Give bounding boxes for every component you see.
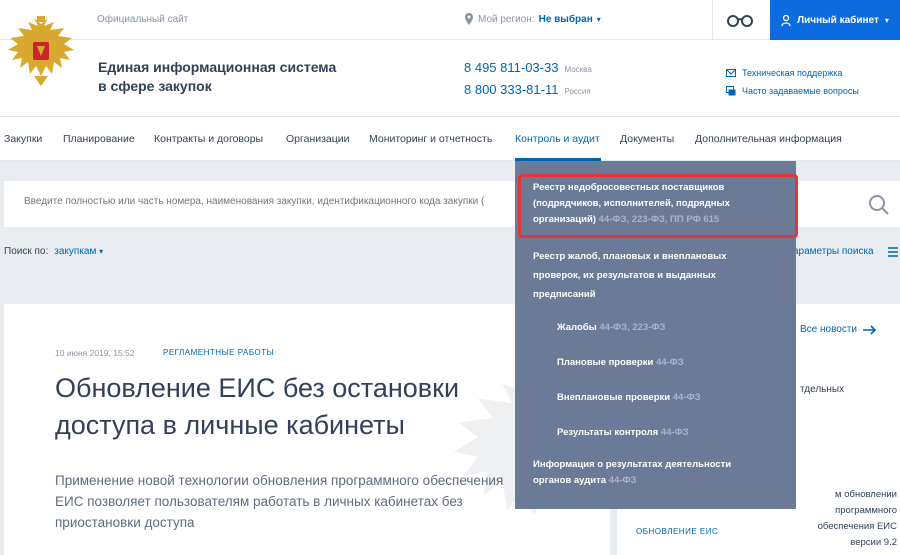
phones-block: 8 495 811-03-33 Москва 8 800 333-81-11 Р… <box>464 60 592 104</box>
region-label: Мой регион: <box>478 13 535 25</box>
support-link[interactable]: Техническая поддержка <box>726 64 859 82</box>
support-links: Техническая поддержка Часто задаваемые в… <box>726 64 859 100</box>
nav-item-organizations[interactable]: Организации <box>286 133 350 145</box>
coat-of-arms-logo[interactable] <box>4 14 78 96</box>
phone-number[interactable]: 8 495 811-03-33 <box>464 60 558 75</box>
side-news-snippet[interactable]: м обновлении программного обеспечения ЕИ… <box>787 487 897 551</box>
highlight-box <box>518 174 798 238</box>
all-news-link[interactable]: Все новости <box>800 324 877 335</box>
menu-item-planned-checks[interactable]: Плановые проверки 44-ФЗ <box>557 355 684 371</box>
region-selector[interactable]: Мой регион: Не выбран ▾ <box>464 13 601 25</box>
system-name-line1: Единая информационная система <box>98 59 337 75</box>
nav-item-monitoring[interactable]: Мониторинг и отчетность <box>369 133 492 145</box>
site-header: Единая информационная система в сфере за… <box>0 16 900 117</box>
system-name[interactable]: Единая информационная система в сфере за… <box>98 58 368 96</box>
menu-item-control-results[interactable]: Результаты контроля 44-ФЗ <box>557 425 689 441</box>
system-name-line2: в сфере закупок <box>98 78 212 94</box>
search-by-value: закупкам <box>54 246 97 257</box>
menu-item-complaints[interactable]: Жалобы 44-ФЗ, 223-ФЗ <box>557 320 665 336</box>
news-date: 10 июня 2019, 15:52 <box>55 348 135 358</box>
support-label: Техническая поддержка <box>742 68 843 78</box>
divider <box>712 0 713 40</box>
top-bar: Официальный сайт Мой регион: Не выбран ▾… <box>0 0 900 40</box>
menu-item-audit-results[interactable]: Информация о результатах деятельности ор… <box>533 457 748 489</box>
menu-item-unplanned-checks[interactable]: Внеплановые проверки 44-ФЗ <box>557 390 701 406</box>
side-news-tag[interactable]: ОБНОВЛЕНИЕ ЕИС <box>636 527 718 536</box>
all-news-label: Все новости <box>800 324 858 335</box>
phone-row: 8 495 811-03-33 Москва <box>464 60 592 82</box>
search-icon[interactable] <box>868 194 890 216</box>
nav-item-documents[interactable]: Документы <box>620 133 674 145</box>
region-value[interactable]: Не выбран <box>539 14 593 25</box>
menu-item-label: Внеплановые проверки <box>557 392 671 403</box>
menu-item-complaints-registry[interactable]: Реестр жалоб, плановых и внеплановых про… <box>533 247 748 304</box>
news-tag[interactable]: РЕГЛАМЕНТНЫЕ РАБОТЫ <box>163 348 274 357</box>
faq-link[interactable]: Часто задаваемые вопросы <box>726 82 859 100</box>
phone-row: 8 800 333-81-11 Россия <box>464 82 592 104</box>
side-news-snippet[interactable]: тдельных <box>800 384 844 395</box>
menu-item-label: Плановые проверки <box>557 357 654 368</box>
menu-item-label: Результаты контроля <box>557 427 659 438</box>
search-by-selector[interactable]: закупкам ▾ <box>54 246 103 257</box>
menu-item-law: 44-ФЗ, 223-ФЗ <box>599 322 666 333</box>
arrow-right-icon <box>863 324 877 335</box>
faq-label: Часто задаваемые вопросы <box>742 86 859 96</box>
user-icon <box>781 14 791 26</box>
search-params-link[interactable]: араметры поиска <box>793 246 874 257</box>
menu-item-law: 44-ФЗ <box>608 475 637 486</box>
menu-item-label: Жалобы <box>557 322 597 333</box>
phone-city: Москва <box>564 65 592 74</box>
menu-item-law: 44-ФЗ <box>672 392 701 403</box>
filter-icon[interactable] <box>888 247 898 257</box>
search-input[interactable] <box>24 196 504 207</box>
chat-icon <box>726 86 736 96</box>
menu-item-law: 44-ФЗ <box>660 427 689 438</box>
chevron-down-icon: ▾ <box>884 15 889 25</box>
nav-item-additional-info[interactable]: Дополнительная информация <box>695 133 842 145</box>
menu-item-label: Реестр жалоб, плановых и внеплановых про… <box>533 251 727 300</box>
nav-item-planning[interactable]: Планирование <box>63 133 135 145</box>
search-by-label: Поиск по: <box>4 246 49 257</box>
chevron-down-icon: ▾ <box>99 247 104 256</box>
chevron-down-icon: ▾ <box>596 14 601 24</box>
nav-item-contracts[interactable]: Контракты и договоры <box>154 133 263 145</box>
menu-item-law: 44-ФЗ <box>655 357 684 368</box>
glasses-icon[interactable] <box>726 11 754 29</box>
location-pin-icon <box>465 13 473 25</box>
official-site-label: Официальный сайт <box>97 14 189 25</box>
nav-item-zakupki[interactable]: Закупки <box>4 133 42 145</box>
nav-item-control-audit[interactable]: Контроль и аудит <box>515 133 600 145</box>
phone-number[interactable]: 8 800 333-81-11 <box>464 82 558 97</box>
phone-city: Россия <box>564 87 591 96</box>
personal-cabinet-button[interactable]: Личный кабинет ▾ <box>770 0 900 40</box>
mail-icon <box>726 69 736 77</box>
search-by: Поиск по: закупкам ▾ <box>4 246 103 257</box>
news-text: Применение новой технологии обновления п… <box>55 473 504 530</box>
main-nav: Закупки Планирование Контракты и договор… <box>0 117 900 161</box>
personal-cabinet-label: Личный кабинет <box>797 14 879 26</box>
news-title[interactable]: Обновление ЕИС без остановки доступа в л… <box>55 370 525 444</box>
